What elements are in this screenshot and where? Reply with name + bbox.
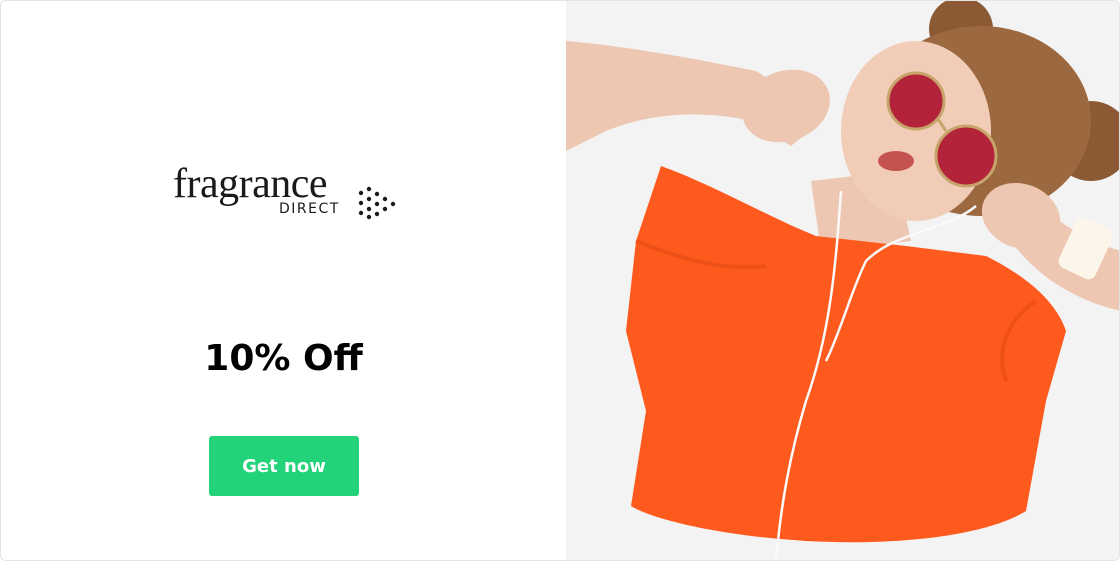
brand-logo: fragrance DIRECT xyxy=(173,161,403,225)
hero-image xyxy=(566,1,1119,560)
hero-illustration xyxy=(566,1,1119,560)
offer-title: 10% Off xyxy=(204,338,363,379)
get-now-button[interactable]: Get now xyxy=(209,436,359,496)
dots-arrow-icon xyxy=(358,186,396,220)
offer-panel: fragrance DIRECT 10% Off Get now xyxy=(1,1,566,560)
coupon-card: fragrance DIRECT 10% Off Get now xyxy=(0,0,1120,561)
brand-sub: DIRECT xyxy=(279,201,340,217)
